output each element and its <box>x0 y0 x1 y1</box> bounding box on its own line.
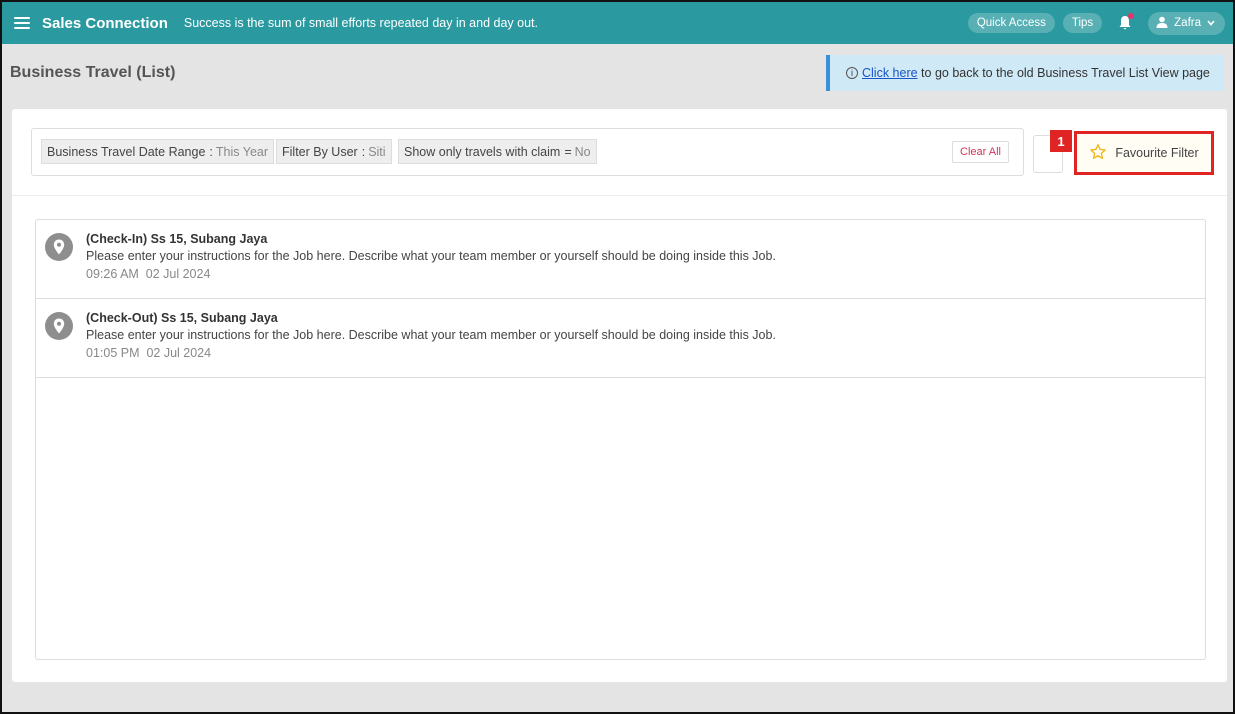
filter-chip-label: Show only travels with claim <box>404 144 561 159</box>
filter-bar: Business Travel Date Range : This Year F… <box>31 128 1024 176</box>
filter-chip-claim[interactable]: Show only travels with claim = No <box>398 139 597 164</box>
item-description: Please enter your instructions for the J… <box>86 249 776 263</box>
divider <box>12 195 1227 196</box>
filter-chip-separator: : <box>361 144 366 159</box>
list-item[interactable]: (Check-In) Ss 15, Subang Jaya Please ent… <box>36 220 1205 299</box>
filter-chip-date-range[interactable]: Business Travel Date Range : This Year <box>41 139 275 164</box>
menu-icon[interactable] <box>2 2 42 44</box>
star-icon <box>1089 143 1107 164</box>
tips-button[interactable]: Tips <box>1062 13 1103 33</box>
filter-chip-value: Siti <box>368 144 386 159</box>
filter-chip-separator: = <box>564 144 572 159</box>
top-bar: Sales Connection Success is the sum of s… <box>2 2 1233 44</box>
list-item[interactable]: (Check-Out) Ss 15, Subang Jaya Please en… <box>36 299 1205 378</box>
bell-icon[interactable] <box>1114 12 1136 34</box>
info-banner: i Click here to go back to the old Busin… <box>826 55 1224 91</box>
old-view-link[interactable]: Click here <box>862 66 918 80</box>
user-icon <box>1156 16 1168 31</box>
filter-chip-user[interactable]: Filter By User : Siti <box>276 139 392 164</box>
top-right-actions: Quick Access Tips Zafra <box>967 11 1233 35</box>
filter-chip-separator: : <box>209 144 213 159</box>
filter-chip-value: This Year <box>215 144 269 159</box>
info-icon: i <box>846 67 858 79</box>
location-pin-icon <box>45 233 73 261</box>
tagline: Success is the sum of small efforts repe… <box>183 16 538 30</box>
location-pin-icon <box>45 312 73 340</box>
app-brand[interactable]: Sales Connection <box>42 15 168 32</box>
footer-strip <box>2 692 1233 712</box>
item-description: Please enter your instructions for the J… <box>86 328 776 342</box>
item-title: (Check-In) Ss 15, Subang Jaya <box>86 232 268 246</box>
page-title: Business Travel (List) <box>10 64 176 81</box>
filter-chip-label: Business Travel Date Range <box>47 144 206 159</box>
user-name: Zafra <box>1174 17 1201 29</box>
favourite-filter-label: Favourite Filter <box>1115 146 1199 160</box>
banner-text: to go back to the old Business Travel Li… <box>917 66 1210 80</box>
item-title: (Check-Out) Ss 15, Subang Jaya <box>86 311 278 325</box>
main-panel: Business Travel Date Range : This Year F… <box>12 109 1227 682</box>
filter-chip-label: Filter By User <box>282 144 358 159</box>
quick-access-button[interactable]: Quick Access <box>967 13 1055 33</box>
filter-chip-value: No <box>574 144 591 159</box>
chevron-down-icon <box>1207 17 1215 29</box>
item-timestamp: 01:05 PM 02 Jul 2024 <box>86 346 212 360</box>
travel-list: (Check-In) Ss 15, Subang Jaya Please ent… <box>35 219 1206 660</box>
user-menu-button[interactable]: Zafra <box>1148 11 1225 35</box>
app-frame: Sales Connection Success is the sum of s… <box>0 0 1235 714</box>
favourite-filter-button[interactable]: Favourite Filter <box>1074 131 1214 175</box>
annotation-badge: 1 <box>1050 130 1072 152</box>
item-timestamp: 09:26 AM 02 Jul 2024 <box>86 267 211 281</box>
clear-all-button[interactable]: Clear All <box>952 141 1009 163</box>
